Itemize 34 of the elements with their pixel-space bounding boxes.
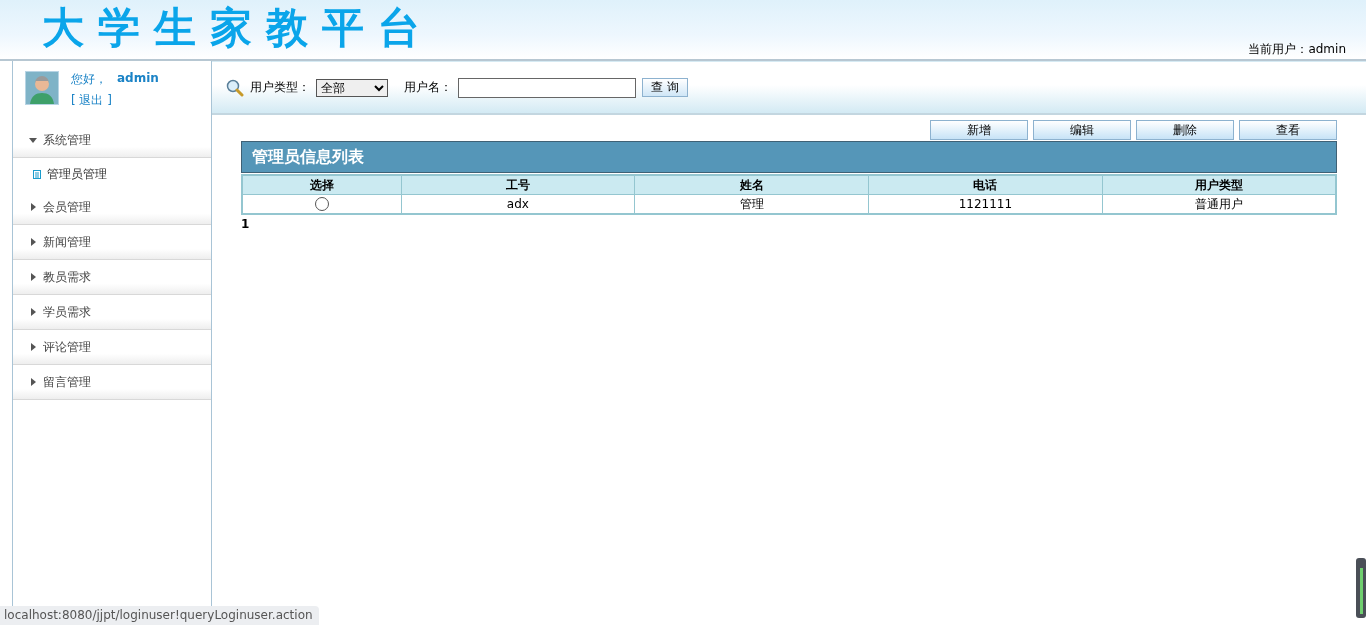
action-button[interactable]: 新增: [930, 120, 1028, 140]
caret-right-icon: [29, 273, 37, 281]
user-type-dropdown[interactable]: 全部: [316, 78, 388, 97]
username-input[interactable]: [458, 77, 636, 98]
username-text: admin: [117, 71, 159, 87]
table-title: 管理员信息列表: [241, 141, 1337, 173]
action-button[interactable]: 删除: [1136, 120, 1234, 140]
field-label: 用户类型：: [250, 79, 310, 96]
current-user-label: 当前用户：admin: [1248, 41, 1346, 58]
status-bar-url: localhost:8080/jjpt/loginuser!queryLoginuser.action: [0, 606, 319, 625]
action-button[interactable]: 查看: [1239, 120, 1337, 140]
caret-right-icon: [29, 343, 37, 351]
avatar-icon: [25, 71, 59, 105]
column-header: 电话: [868, 175, 1103, 195]
search-icon: [226, 78, 244, 97]
logout-link[interactable]: [ 退出 ]: [71, 92, 159, 109]
greeting-text: 您好，: [71, 71, 107, 88]
column-header: 选择: [242, 175, 402, 195]
page-number: 1: [241, 217, 251, 231]
field-label: 用户名：: [404, 79, 452, 96]
query-button[interactable]: 查 询: [642, 78, 688, 97]
action-button[interactable]: 编辑: [1033, 120, 1131, 140]
meter-widget-drawing: [1356, 558, 1366, 618]
caret-down-icon: [29, 136, 37, 144]
site-logo: 大学生家教平台: [42, 3, 434, 53]
caret-right-icon: [29, 203, 37, 211]
caret-right-icon: [29, 238, 37, 246]
column-header: 姓名: [634, 175, 869, 195]
menu-item[interactable]: 管理员管理: [13, 158, 211, 190]
column-header: 工号: [401, 175, 635, 195]
caret-right-icon: [29, 308, 37, 316]
document-icon: [33, 169, 41, 179]
caret-right-icon: [29, 378, 37, 386]
column-header: 用户类型: [1102, 175, 1336, 195]
